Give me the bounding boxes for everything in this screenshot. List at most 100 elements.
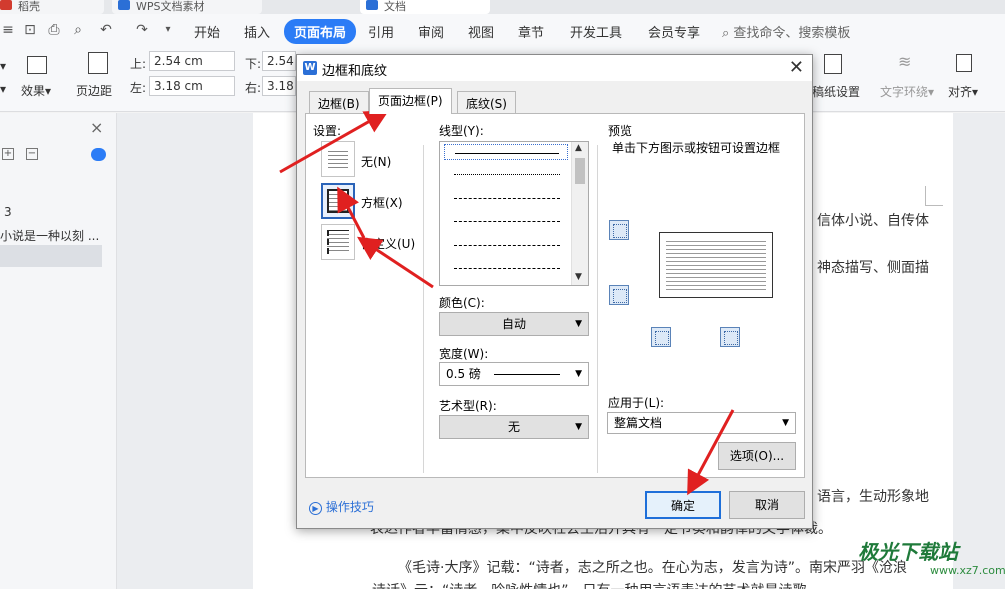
- menu-bar: ≡ ⊡ ⎙ ⌕ ↶ ↷ ▾ 开始 插入 页面布局 引用 审阅 视图 章节 开发工…: [0, 14, 1005, 46]
- undo-icon[interactable]: ↶: [98, 22, 114, 38]
- menu-home[interactable]: 开始: [194, 22, 220, 41]
- left-margin-input[interactable]: 3.18 cm: [149, 76, 235, 96]
- setting-custom-label[interactable]: 自定义(U): [361, 235, 415, 252]
- dialog-titlebar[interactable]: W 边框和底纹 ✕: [297, 55, 812, 81]
- effects-icon[interactable]: [27, 56, 47, 74]
- ribbon-partial-dropdown[interactable]: ▾: [0, 59, 6, 73]
- width-line-sample: [494, 374, 560, 375]
- top-margin-input[interactable]: 2.54 cm: [149, 51, 235, 71]
- setting-none-preview[interactable]: [321, 141, 355, 177]
- art-label: 艺术型(R):: [439, 399, 497, 413]
- border-preview-page[interactable]: [659, 232, 773, 298]
- quick-access-dropdown-icon[interactable]: ▾: [160, 22, 176, 38]
- width-select[interactable]: 0.5 磅 ▼: [439, 362, 589, 386]
- apply-select[interactable]: 整篇文档 ▼: [607, 412, 796, 434]
- site-watermark: 极光下载站: [858, 540, 958, 564]
- document-text: 神态描写、侧面描: [817, 260, 929, 276]
- print-icon[interactable]: ⎙: [46, 22, 62, 38]
- left-border-button[interactable]: [651, 327, 671, 347]
- window-tab[interactable]: WPS文档素材: [112, 0, 262, 14]
- bottom-margin-label: 下:: [245, 57, 262, 71]
- print-preview-icon[interactable]: ⌕: [70, 22, 86, 38]
- menu-chapter[interactable]: 章节: [518, 22, 544, 41]
- menu-view[interactable]: 视图: [468, 22, 494, 41]
- color-select[interactable]: 自动 ▼: [439, 312, 589, 336]
- paper-setting-button[interactable]: 稿纸设置: [812, 83, 860, 100]
- scroll-down-icon[interactable]: ▼: [575, 272, 582, 282]
- color-label: 颜色(C):: [439, 296, 485, 310]
- bottom-margin-input[interactable]: 2.54: [262, 51, 296, 71]
- menu-page-layout[interactable]: 页面布局: [284, 19, 357, 44]
- menu-member[interactable]: 会员专享: [648, 22, 700, 41]
- scroll-up-icon[interactable]: ▲: [575, 143, 582, 153]
- setting-custom-preview[interactable]: [321, 224, 355, 260]
- align-button[interactable]: 对齐▾: [948, 83, 978, 100]
- menu-developer[interactable]: 开发工具: [570, 22, 622, 41]
- outline-item[interactable]: 小说是一种以刻 ...: [0, 227, 99, 244]
- collapse-icon[interactable]: −: [26, 148, 38, 160]
- outline-mode-icon[interactable]: [91, 148, 106, 161]
- cancel-button[interactable]: 取消: [729, 491, 805, 519]
- margins-button[interactable]: 页边距: [76, 82, 112, 99]
- custom-border-icon: [327, 230, 349, 254]
- tab-shading[interactable]: 底纹(S): [457, 91, 516, 113]
- setting-none-label[interactable]: 无(N): [361, 153, 391, 170]
- right-border-button[interactable]: [720, 327, 740, 347]
- paper-setting-icon[interactable]: [824, 54, 842, 74]
- outline-item-selected[interactable]: [0, 245, 102, 267]
- save-icon[interactable]: ⊡: [22, 22, 38, 38]
- window-tab[interactable]: 稻壳: [0, 0, 104, 14]
- top-margin-label: 上:: [130, 57, 147, 71]
- preview-text-lines: [666, 238, 766, 291]
- document-text: 《毛诗·大序》记载：“诗者，志之所之也。在心为志，发言为诗”。南宋严羽《沧浪: [398, 560, 907, 576]
- linestyle-list[interactable]: ▲ ▼: [439, 141, 589, 286]
- expand-icon[interactable]: +: [2, 148, 14, 160]
- linestyle-scrollbar[interactable]: ▲ ▼: [571, 142, 588, 285]
- linestyle-option-dash-dot[interactable]: [444, 237, 568, 253]
- page-corner-mark: [925, 186, 943, 206]
- document-text: 诗话》云：“诗者，吟咏性情也”。只有一种用言语表达的艺术就是诗歌: [372, 580, 807, 589]
- linestyle-option-fine-dash[interactable]: [444, 190, 568, 206]
- app-icon: [0, 0, 12, 10]
- command-search[interactable]: ⌕ 查找命令、搜索模板: [722, 22, 850, 41]
- tab-borders[interactable]: 边框(B): [309, 91, 369, 113]
- width-label: 宽度(W):: [439, 347, 489, 361]
- linestyle-option-dotted[interactable]: [444, 166, 568, 182]
- box-border-icon: [327, 189, 349, 213]
- chevron-down-icon: ▼: [575, 369, 582, 379]
- window-tab-active[interactable]: 文档: [360, 0, 490, 14]
- text-wrap-icon[interactable]: ≋: [898, 52, 911, 71]
- menu-references[interactable]: 引用: [368, 22, 394, 41]
- right-margin-input[interactable]: 3.18: [262, 76, 296, 96]
- menu-insert[interactable]: 插入: [244, 22, 270, 41]
- close-icon[interactable]: ×: [90, 118, 103, 137]
- wps-writer-icon: W: [303, 61, 317, 75]
- linestyle-option-dash-dot-dot[interactable]: [444, 260, 568, 276]
- close-icon[interactable]: ✕: [789, 57, 804, 78]
- menu-review[interactable]: 审阅: [418, 22, 444, 41]
- text-wrap-button[interactable]: 文字环绕▾: [880, 83, 934, 100]
- chevron-down-icon: ▼: [575, 422, 582, 432]
- ribbon-partial-dropdown[interactable]: ▾: [0, 82, 6, 96]
- bottom-border-button[interactable]: [609, 285, 629, 305]
- align-icon[interactable]: [956, 54, 972, 72]
- setting-box-label[interactable]: 方框(X): [361, 194, 403, 211]
- linestyle-option-solid[interactable]: [444, 144, 568, 160]
- ok-button[interactable]: 确定: [645, 491, 721, 519]
- art-select[interactable]: 无 ▼: [439, 415, 589, 439]
- borders-shading-dialog: W 边框和底纹 ✕ 边框(B) 页面边框(P) 底纹(S) 设置: 无(N) 方…: [296, 54, 813, 529]
- menu-icon[interactable]: ≡: [0, 22, 16, 38]
- linestyle-option-dash[interactable]: [444, 213, 568, 229]
- setting-box-preview[interactable]: [321, 183, 355, 219]
- redo-icon[interactable]: ↷: [134, 22, 150, 38]
- margins-icon[interactable]: [88, 52, 108, 74]
- chevron-down-icon: ▼: [782, 418, 789, 428]
- effects-button[interactable]: 效果▾: [21, 82, 51, 99]
- scroll-thumb[interactable]: [575, 158, 585, 184]
- window-tab-strip: 稻壳 WPS文档素材 文档: [0, 0, 1005, 14]
- tab-page-border[interactable]: 页面边框(P): [369, 88, 452, 114]
- linestyle-label: 线型(Y):: [439, 124, 484, 138]
- options-button[interactable]: 选项(O)...: [718, 442, 796, 470]
- top-border-button[interactable]: [609, 220, 629, 240]
- tips-link[interactable]: ▶ 操作技巧: [309, 498, 374, 515]
